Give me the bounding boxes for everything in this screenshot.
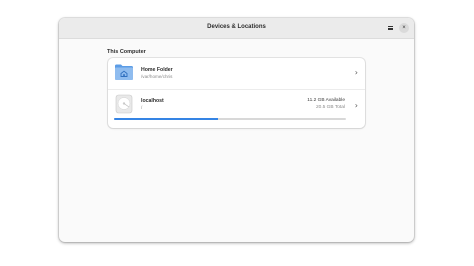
space-available: 11.2 GB Available (307, 98, 345, 103)
chevron-right-icon: › (354, 68, 358, 77)
section-title: This Computer (107, 49, 146, 55)
location-name: localhost (141, 98, 164, 104)
chevron-right-icon: › (354, 101, 358, 110)
devices-locations-window: Devices & Locations × This Computer Home… (59, 18, 414, 242)
space-total: 20.5 GB Total (316, 105, 345, 110)
disk-usage-fill (114, 118, 219, 120)
hamburger-menu-icon (387, 26, 393, 30)
location-row-localhost[interactable]: localhost / 11.2 GB Available 20.5 GB To… (108, 90, 365, 128)
location-row-home-folder[interactable]: Home Folder /var/home/chris › (108, 58, 365, 90)
close-icon: × (402, 25, 406, 31)
close-button[interactable]: × (399, 23, 409, 33)
drive-icon (115, 94, 133, 114)
menu-button[interactable] (385, 23, 395, 33)
disk-usage-bar (114, 118, 346, 120)
location-path: / (141, 105, 143, 110)
window-title: Devices & Locations (207, 24, 266, 30)
location-name: Home Folder (141, 67, 173, 73)
location-path: /var/home/chris (141, 74, 173, 79)
locations-list: Home Folder /var/home/chris › localhost … (108, 58, 365, 128)
header-bar: Devices & Locations × (59, 18, 414, 39)
home-folder-icon (115, 64, 133, 80)
